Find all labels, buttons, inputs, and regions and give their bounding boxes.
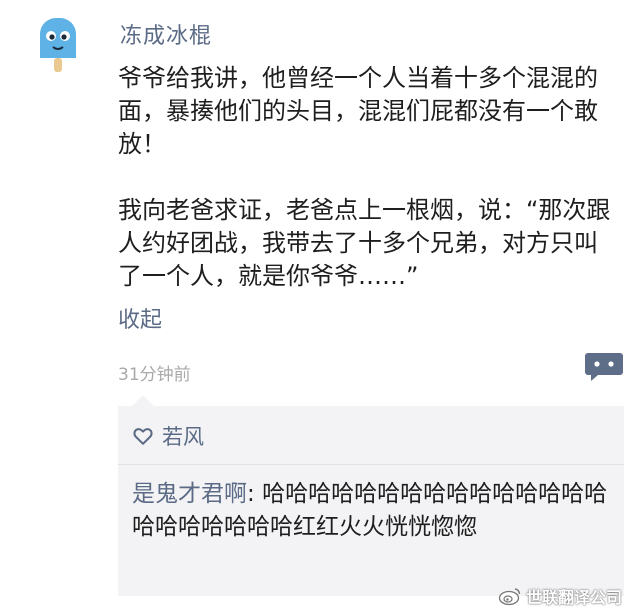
watermark-text: 世联翻译公司	[526, 588, 623, 607]
like-user-name[interactable]: 若风	[162, 421, 204, 451]
collapse-link[interactable]: 收起	[118, 302, 162, 334]
interaction-panel: 若风 是鬼才君啊: 哈哈哈哈哈哈哈哈哈哈哈哈哈哈哈哈哈哈哈哈哈哈红红火火恍恍惚惚	[118, 406, 624, 596]
comment-bubble-icon[interactable]	[584, 352, 624, 382]
post-paragraph: 爷爷给我讲，他曾经一个人当着十多个混混的面，暴揍他们的头目，混混们屁都没有一个敢…	[118, 64, 598, 158]
comment-author[interactable]: 是鬼才君啊	[132, 481, 247, 507]
popsicle-avatar-icon[interactable]	[36, 16, 80, 74]
likes-row: 若风	[132, 422, 204, 450]
watermark: 世联翻译公司	[498, 584, 622, 608]
divider	[118, 464, 624, 465]
post-body: 爷爷给我讲，他曾经一个人当着十多个混混的面，暴揍他们的头目，混混们屁都没有一个敢…	[118, 62, 618, 293]
heart-outline-icon[interactable]	[132, 425, 154, 447]
post-timestamp: 31分钟前	[118, 365, 191, 385]
panel-pointer	[132, 395, 154, 406]
post-paragraph: 我向老爸求证，老爸点上一根烟，说：“那次跟人约好团战，我带去了十多个兄弟，对方只…	[118, 196, 611, 290]
comment-separator: :	[247, 481, 263, 507]
weibo-logo-icon	[498, 588, 521, 606]
comment-item: 是鬼才君啊: 哈哈哈哈哈哈哈哈哈哈哈哈哈哈哈哈哈哈哈哈哈哈红红火火恍恍惚惚	[132, 478, 618, 544]
post-author-name[interactable]: 冻成冰棍	[120, 18, 212, 50]
